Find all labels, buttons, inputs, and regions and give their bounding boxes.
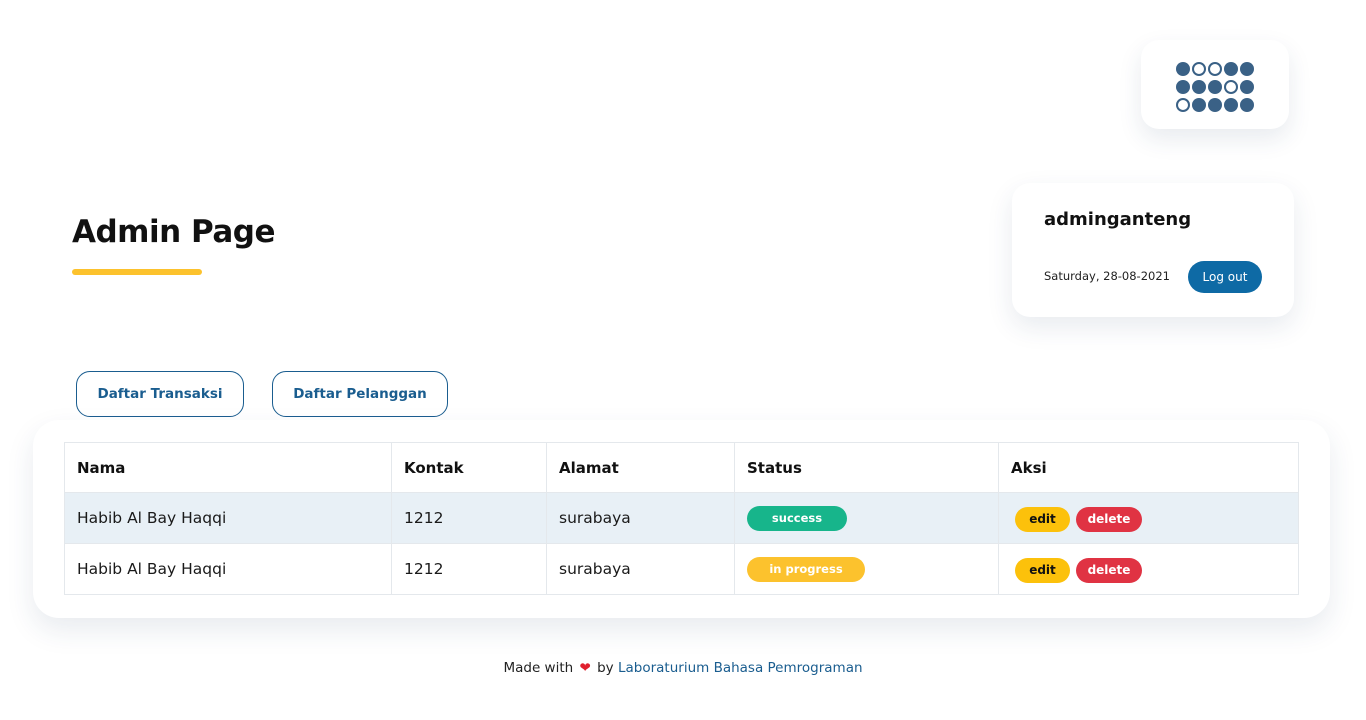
logo-dot-filled (1176, 80, 1190, 94)
title-underline (72, 269, 202, 275)
daftar-transaksi-button[interactable]: Daftar Transaksi (76, 371, 244, 417)
customer-table: Nama Kontak Alamat Status Aksi Habib Al … (64, 442, 1299, 595)
logo-dot-filled (1224, 62, 1238, 76)
logo-dot-filled (1240, 80, 1254, 94)
footer-by: by (597, 660, 614, 676)
page-title: Admin Page (72, 214, 276, 250)
column-header-nama: Nama (64, 442, 392, 493)
cell-aksi: edit delete (998, 543, 1299, 595)
logo-dot-filled (1208, 98, 1222, 112)
cell-alamat: surabaya (546, 492, 735, 544)
table-card: Nama Kontak Alamat Status Aksi Habib Al … (33, 420, 1330, 618)
cell-status: success (734, 492, 999, 544)
username: adminganteng (1044, 209, 1192, 230)
status-badge: success (747, 505, 847, 531)
column-header-status: Status (734, 442, 999, 493)
cell-nama: Habib Al Bay Haqqi (64, 492, 392, 544)
logo-dot-filled (1240, 62, 1254, 76)
logout-button[interactable]: Log out (1188, 261, 1262, 293)
logo-dot-filled (1192, 80, 1206, 94)
column-header-kontak: Kontak (391, 442, 547, 493)
daftar-pelanggan-button[interactable]: Daftar Pelanggan (272, 371, 448, 417)
table-row: Habib Al Bay Haqqi 1212 surabaya success… (64, 492, 1299, 544)
logo-dot-filled (1176, 62, 1190, 76)
footer: Made with ❤ by Laboraturium Bahasa Pemro… (0, 660, 1366, 676)
cell-alamat: surabaya (546, 543, 735, 595)
table-row: Habib Al Bay Haqqi 1212 surabaya in prog… (64, 543, 1299, 595)
dot-grid-logo-icon (1176, 62, 1254, 112)
edit-button[interactable]: edit (1015, 557, 1070, 583)
edit-button[interactable]: edit (1015, 506, 1070, 532)
delete-button[interactable]: delete (1076, 557, 1142, 583)
current-date: Saturday, 28-08-2021 (1044, 269, 1170, 283)
column-header-alamat: Alamat (546, 442, 735, 493)
delete-button[interactable]: delete (1076, 506, 1142, 532)
cell-aksi: edit delete (998, 492, 1299, 544)
logo-dot-hollow (1176, 98, 1190, 112)
footer-lab-link[interactable]: Laboraturium Bahasa Pemrograman (618, 660, 863, 676)
cell-kontak: 1212 (391, 543, 547, 595)
user-card: adminganteng Saturday, 28-08-2021 Log ou… (1012, 183, 1294, 317)
logo-dot-hollow (1224, 80, 1238, 94)
logo-card (1141, 40, 1289, 129)
logo-dot-hollow (1208, 62, 1222, 76)
status-badge: in progress (747, 556, 865, 582)
cell-kontak: 1212 (391, 492, 547, 544)
logo-dot-filled (1224, 98, 1238, 112)
logo-dot-filled (1192, 98, 1206, 112)
table-header-row: Nama Kontak Alamat Status Aksi (64, 442, 1299, 493)
logo-dot-hollow (1192, 62, 1206, 76)
column-header-aksi: Aksi (998, 442, 1299, 493)
cell-nama: Habib Al Bay Haqqi (64, 543, 392, 595)
footer-prefix: Made with (503, 660, 574, 676)
logo-dot-filled (1208, 80, 1222, 94)
logo-dot-filled (1240, 98, 1254, 112)
cell-status: in progress (734, 543, 999, 595)
heart-icon: ❤ (579, 660, 591, 676)
